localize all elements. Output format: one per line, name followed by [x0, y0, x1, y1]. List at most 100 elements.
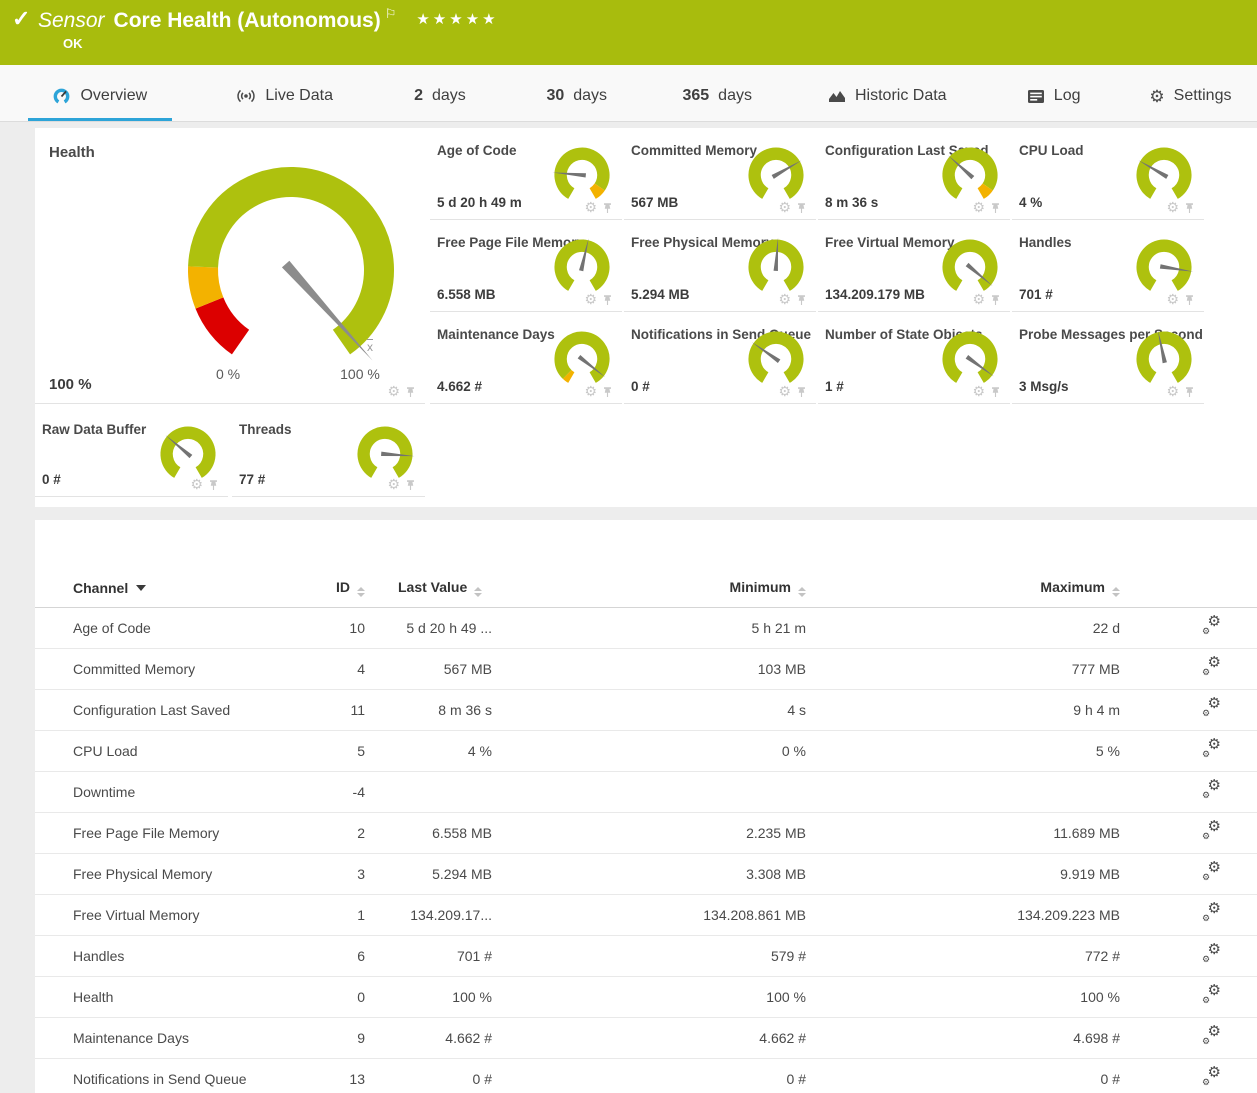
last-value: 4 %: [365, 743, 492, 759]
pin-icon[interactable]: [990, 386, 1001, 398]
pin-icon[interactable]: [208, 479, 219, 491]
channel-name: Configuration Last Saved: [35, 702, 327, 718]
gauge-value: 77 #: [239, 472, 265, 487]
gauge-value: 4.662 #: [437, 379, 482, 394]
pin-icon[interactable]: [1184, 202, 1195, 214]
pin-icon[interactable]: [405, 479, 416, 491]
tab-overview[interactable]: Overview: [0, 65, 200, 121]
pin-icon[interactable]: [602, 294, 613, 306]
column-header-last-value[interactable]: Last Value: [365, 579, 492, 597]
gauge-value: 3 Msg/s: [1019, 379, 1069, 394]
pin-icon[interactable]: [796, 386, 807, 398]
channel-id: -4: [327, 784, 365, 800]
gear-icon[interactable]: ⚙: [584, 200, 597, 214]
tab-live-data[interactable]: Live Data: [200, 65, 370, 121]
column-label: Minimum: [730, 579, 791, 595]
tab-2-days[interactable]: 2days: [370, 65, 510, 121]
gear-icon[interactable]: ⚙: [584, 384, 597, 398]
maximum-value: 100 %: [806, 989, 1120, 1005]
pin-icon[interactable]: [405, 386, 416, 398]
pin-icon[interactable]: [602, 202, 613, 214]
pin-icon[interactable]: [796, 202, 807, 214]
log-icon: [1027, 89, 1045, 104]
gear-icon[interactable]: ⚙: [1166, 384, 1179, 398]
channel-settings-gears-icon[interactable]: ⚙⚙: [1202, 905, 1221, 922]
tab-30-days[interactable]: 30days: [510, 65, 643, 121]
live-icon: [236, 88, 256, 104]
card-actions: ⚙: [972, 384, 1001, 398]
pin-icon[interactable]: [990, 202, 1001, 214]
gear-icon[interactable]: ⚙: [387, 384, 400, 398]
gear-icon[interactable]: ⚙: [1166, 292, 1179, 306]
column-label: ID: [336, 579, 350, 595]
tab-historic-data[interactable]: Historic Data: [791, 65, 983, 121]
gear-icon[interactable]: ⚙: [778, 384, 791, 398]
minimum-value: 4 s: [492, 702, 806, 718]
card-actions: ⚙: [972, 292, 1001, 306]
gear-icon[interactable]: ⚙: [778, 292, 791, 306]
gauge-grid: Age of Code5 d 20 h 49 m⚙Committed Memor…: [430, 128, 1204, 404]
pin-icon[interactable]: [1184, 294, 1195, 306]
channel-settings-gears-icon[interactable]: ⚙⚙: [1202, 618, 1221, 635]
minimum-value: 0 %: [492, 743, 806, 759]
tab-number: 30: [546, 87, 564, 105]
channel-table-panel: Channel ID Last Value Minimum Maximum Ag…: [35, 520, 1257, 1093]
gear-icon[interactable]: ⚙: [972, 200, 985, 214]
gear-icon[interactable]: ⚙: [584, 292, 597, 306]
maximum-value: 4.698 #: [806, 1030, 1120, 1046]
channel-settings-gears-icon[interactable]: ⚙⚙: [1202, 864, 1221, 881]
tab-label: Overview: [80, 87, 147, 105]
gear-icon[interactable]: ⚙: [190, 477, 203, 491]
gauge-icon: [52, 87, 71, 106]
object-kind-label: Sensor: [38, 9, 105, 32]
priority-stars[interactable]: ★★★★★: [416, 11, 498, 28]
column-header-id[interactable]: ID: [327, 579, 365, 597]
chart-icon: [828, 88, 846, 104]
gauge-value: 0 #: [42, 472, 61, 487]
tab-365-days[interactable]: 365days: [643, 65, 791, 121]
gear-icon[interactable]: ⚙: [1166, 200, 1179, 214]
gauge-title: Threads: [239, 422, 292, 437]
gear-icon[interactable]: ⚙: [778, 200, 791, 214]
tab-log[interactable]: Log: [983, 65, 1123, 121]
channel-settings-gears-icon[interactable]: ⚙⚙: [1202, 1028, 1221, 1045]
channel-settings-gears-icon[interactable]: ⚙⚙: [1202, 659, 1221, 676]
channel-settings-gears-icon[interactable]: ⚙⚙: [1202, 741, 1221, 758]
channel-settings-gears-icon[interactable]: ⚙⚙: [1202, 1069, 1221, 1086]
last-value: 8 m 36 s: [365, 702, 492, 718]
column-header-minimum[interactable]: Minimum: [492, 579, 806, 597]
gauge-title: Raw Data Buffer: [42, 422, 146, 437]
sort-icon: [1112, 587, 1120, 597]
gauges-panel: Health 0 % 100 % x 100 % ⚙ Age of Code5 …: [35, 128, 1257, 507]
pin-icon[interactable]: [796, 294, 807, 306]
gear-icon[interactable]: ⚙: [972, 292, 985, 306]
column-header-maximum[interactable]: Maximum: [806, 579, 1120, 597]
priority-flag-icon[interactable]: ⚐: [385, 6, 397, 21]
gear-icon[interactable]: ⚙: [972, 384, 985, 398]
column-header-channel[interactable]: Channel: [35, 580, 327, 596]
table-body: Age of Code105 d 20 h 49 ...5 h 21 m22 d…: [35, 608, 1257, 1093]
card-actions: ⚙: [1166, 200, 1195, 214]
pin-icon[interactable]: [602, 386, 613, 398]
channel-name: Handles: [35, 948, 327, 964]
card-actions: ⚙: [584, 292, 613, 306]
table-row-age-of-code: Age of Code105 d 20 h 49 ...5 h 21 m22 d…: [35, 608, 1257, 649]
pin-icon[interactable]: [990, 294, 1001, 306]
channel-settings-gears-icon[interactable]: ⚙⚙: [1202, 700, 1221, 717]
minimum-value: 0 #: [492, 1071, 806, 1087]
gauge-card-cpu-load: CPU Load4 %⚙: [1012, 128, 1204, 220]
minimum-value: 134.208.861 MB: [492, 907, 806, 923]
channel-settings-gears-icon[interactable]: ⚙⚙: [1202, 946, 1221, 963]
gauge-card-configuration-last-saved: Configuration Last Saved8 m 36 s⚙: [818, 128, 1010, 220]
channel-settings-gears-icon[interactable]: ⚙⚙: [1202, 987, 1221, 1004]
last-value: 567 MB: [365, 661, 492, 677]
tab-settings[interactable]: ⚙Settings: [1124, 65, 1257, 121]
status-check-icon: ✓: [12, 6, 30, 32]
channel-settings-gears-icon[interactable]: ⚙⚙: [1202, 782, 1221, 799]
channel-name: Committed Memory: [35, 661, 327, 677]
channel-name: Maintenance Days: [35, 1030, 327, 1046]
gear-icon[interactable]: ⚙: [387, 477, 400, 491]
pin-icon[interactable]: [1184, 386, 1195, 398]
channel-settings-gears-icon[interactable]: ⚙⚙: [1202, 823, 1221, 840]
channel-id: 4: [327, 661, 365, 677]
